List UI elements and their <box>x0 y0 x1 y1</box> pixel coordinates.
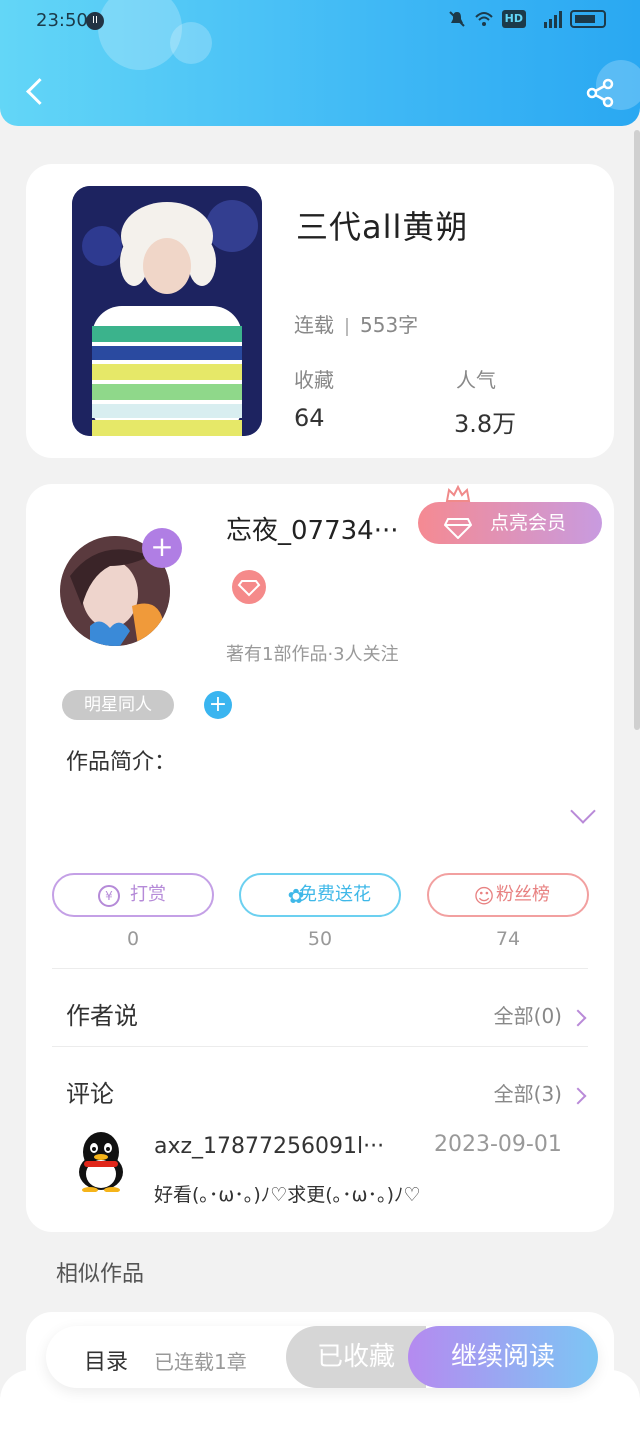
similar-works-title: 相似作品 <box>56 1262 145 1287</box>
crown-icon <box>444 484 472 504</box>
tip-button-label: 打赏 <box>130 884 166 905</box>
follow-author-button[interactable]: + <box>142 528 182 568</box>
favorites-label: 收藏 <box>294 368 334 392</box>
diamond-icon <box>443 512 473 540</box>
send-flower-label: 免费送花 <box>299 884 371 905</box>
divider <box>52 1046 588 1047</box>
author-name[interactable]: 忘夜_07734··· <box>226 510 399 547</box>
book-status: 连载 <box>294 313 334 337</box>
chevron-right-icon <box>569 1009 587 1026</box>
battery-icon <box>570 10 606 28</box>
decor-bubble <box>170 22 212 64</box>
book-word-count: 553字 <box>360 313 419 337</box>
fans-ranking-label: 粉丝榜 <box>496 884 550 905</box>
fans-ranking-button[interactable]: ☺ 粉丝榜 <box>427 873 589 917</box>
popularity-label: 人气 <box>456 368 496 392</box>
chapter-count[interactable]: 已连载1章 <box>154 1346 247 1375</box>
intro-label: 作品简介： <box>66 750 177 775</box>
status-app-icon: II <box>86 12 104 30</box>
tip-button[interactable]: ¥ 打赏 <box>52 873 214 917</box>
expand-intro-icon[interactable] <box>570 798 596 824</box>
mute-icon <box>448 10 466 28</box>
wifi-icon <box>474 10 494 28</box>
flower-icon: ✿ <box>287 884 305 908</box>
vip-button-label: 点亮会员 <box>490 512 567 534</box>
chevron-right-icon <box>569 1087 587 1104</box>
yen-icon: ¥ <box>98 885 120 907</box>
book-title: 三代all黄朔 <box>296 208 469 246</box>
vip-badge-icon <box>232 570 266 604</box>
book-info-card: 三代all黄朔 连载 553字 收藏 64 人气 3.8万 <box>26 164 614 458</box>
author-card: + 忘夜_07734··· 点亮会员 著有1部作品·3人关注 明星同人 + 作品… <box>26 484 614 1232</box>
toc-button[interactable]: 目录 <box>84 1344 128 1376</box>
tip-count: 0 <box>126 928 140 950</box>
author-says-more-label: 全部(0) <box>493 1004 562 1028</box>
person-icon: ☺ <box>473 884 495 908</box>
author-says-more-link[interactable]: 全部(0) <box>493 1000 587 1029</box>
bottom-action-bar: 目录 已连载1章 已收藏 继续阅读 <box>46 1326 598 1388</box>
flower-count: 50 <box>307 928 333 950</box>
fans-count: 74 <box>495 928 521 950</box>
back-button[interactable] <box>20 74 50 110</box>
popularity-value: 3.8万 <box>454 410 517 438</box>
status-time: 23:50 <box>36 10 88 31</box>
collected-button[interactable]: 已收藏 <box>286 1326 426 1388</box>
top-header: 23:50 II HD <box>0 0 640 126</box>
author-summary: 著有1部作品·3人关注 <box>226 644 399 665</box>
send-flower-button[interactable]: ✿ 免费送花 <box>239 873 401 917</box>
divider <box>52 968 588 969</box>
add-tag-button[interactable]: + <box>204 691 232 719</box>
meta-separator <box>346 317 348 336</box>
continue-reading-button[interactable]: 继续阅读 <box>408 1326 598 1388</box>
decor-bubble <box>98 0 182 70</box>
cover-image <box>72 186 262 436</box>
comments-more-label: 全部(3) <box>493 1082 562 1106</box>
comment-username[interactable]: axz_17877256091l··· <box>154 1134 384 1159</box>
comment-text: 好看(｡･ω･｡)ﾉ♡求更(｡･ω･｡)ﾉ♡ <box>154 1184 421 1206</box>
hd-icon: HD <box>501 10 526 28</box>
vip-button[interactable]: 点亮会员 <box>418 502 602 544</box>
share-icon[interactable] <box>584 76 618 110</box>
status-icons: HD <box>448 10 606 28</box>
signal-icon <box>534 10 562 28</box>
scrollbar[interactable] <box>634 130 640 730</box>
genre-tag[interactable]: 明星同人 <box>62 690 174 720</box>
comments-title: 评论 <box>66 1080 114 1108</box>
comments-more-link[interactable]: 全部(3) <box>493 1078 587 1107</box>
favorites-value: 64 <box>294 404 325 432</box>
book-meta: 连载 553字 <box>294 309 418 338</box>
qq-penguin-icon <box>72 1130 130 1193</box>
comment-date: 2023-09-01 <box>434 1132 562 1157</box>
book-cover[interactable] <box>72 186 262 436</box>
author-says-title: 作者说 <box>66 1002 138 1030</box>
